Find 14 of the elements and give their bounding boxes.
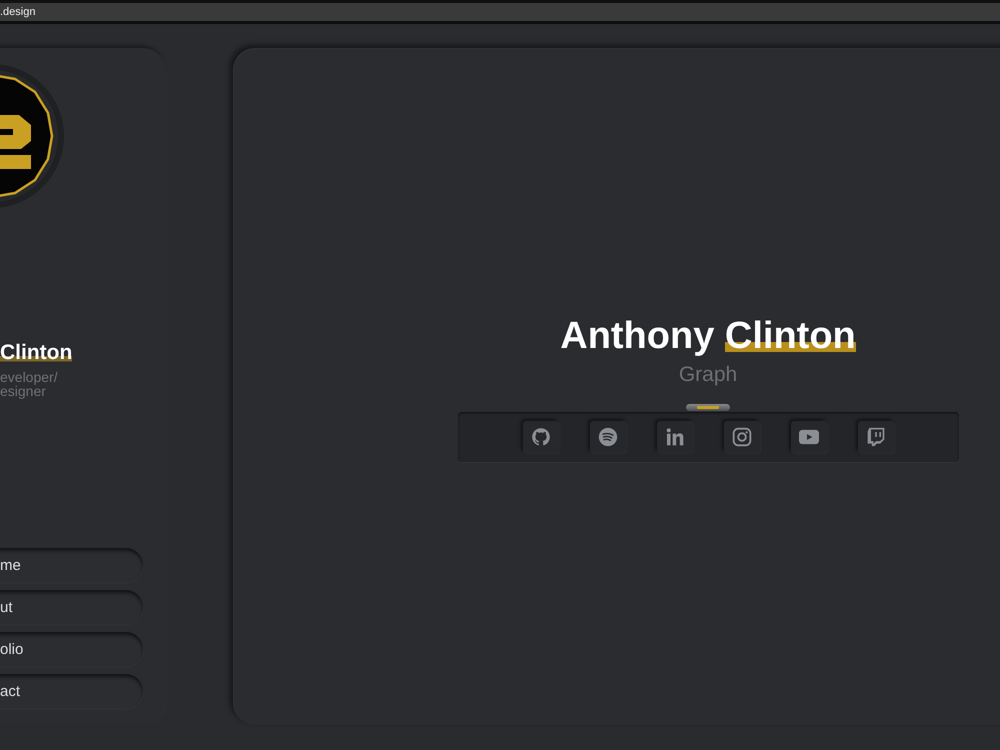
profile-role: eveloper/ esigner — [0, 370, 58, 398]
linkedin-icon — [664, 427, 684, 447]
video-play-icon — [798, 427, 818, 447]
spotify-icon — [598, 427, 618, 447]
twitch-icon — [866, 427, 886, 447]
nav-button[interactable]: ut — [0, 590, 143, 624]
tab-title[interactable]: .design — [0, 5, 36, 19]
instagram-icon — [732, 427, 752, 447]
hero-subtitle: Graph — [678, 362, 738, 388]
pill-indicator — [686, 404, 730, 411]
nav-button[interactable]: act — [0, 674, 143, 708]
nav-button[interactable]: olio — [0, 632, 143, 666]
github-icon — [530, 427, 550, 447]
nav-button[interactable]: me — [0, 548, 143, 582]
